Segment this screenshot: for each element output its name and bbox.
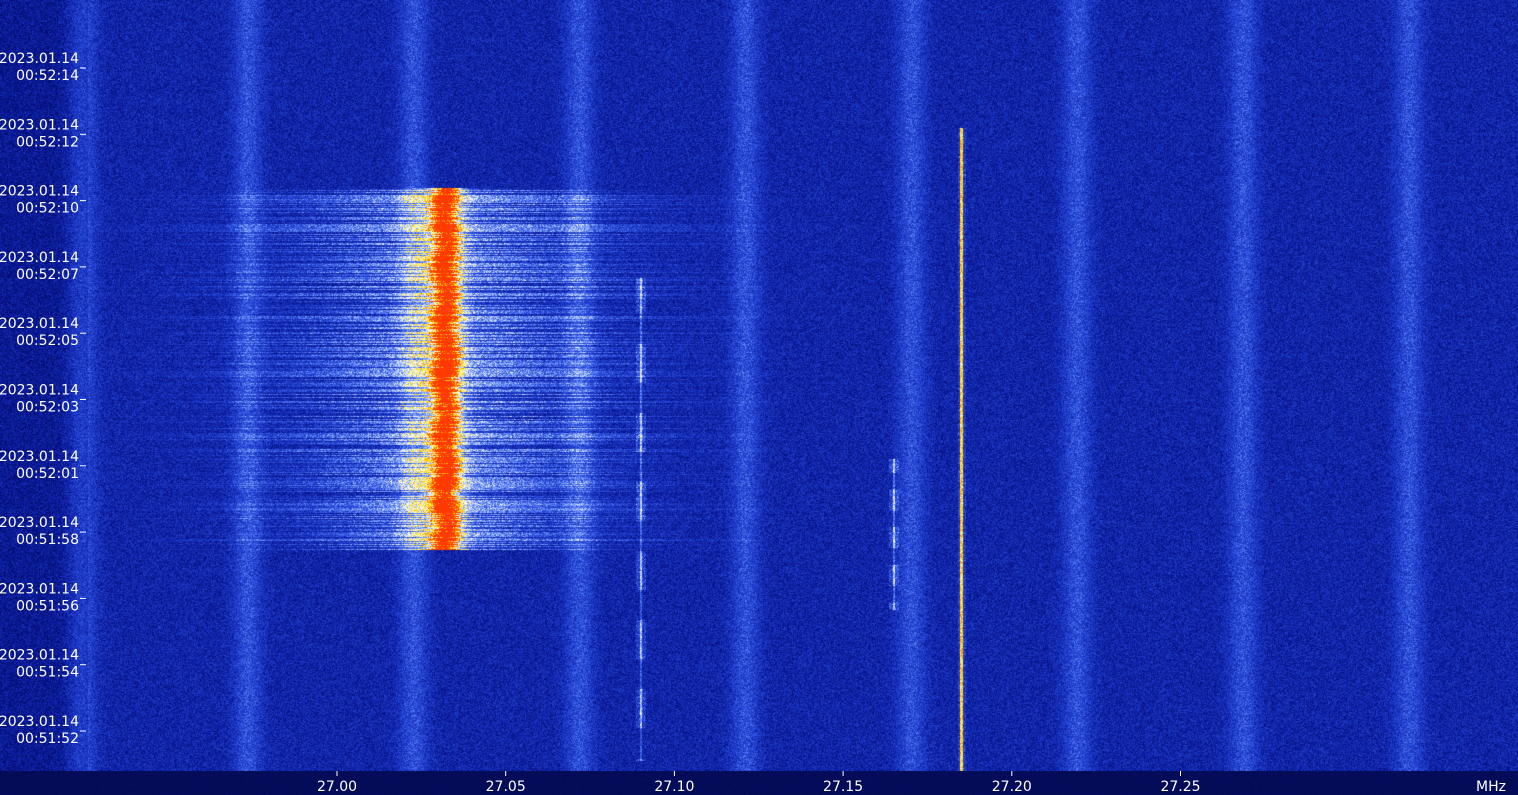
freq-tick-label: 27.25 — [1160, 779, 1200, 795]
freq-tick-label: 27.05 — [486, 779, 526, 795]
time-tick-time: 00:51:58 — [16, 532, 79, 548]
time-tick-date: 2023.01.14 — [0, 117, 79, 133]
freq-tick-label: 27.15 — [823, 779, 863, 795]
time-tick-time: 00:52:07 — [16, 267, 79, 283]
time-tick-date: 2023.01.14 — [0, 648, 79, 664]
time-tick-time: 00:52:10 — [16, 201, 79, 217]
time-tick-date: 2023.01.14 — [0, 515, 79, 531]
time-tick-date: 2023.01.14 — [0, 449, 79, 465]
time-tick-date: 2023.01.14 — [0, 51, 79, 67]
time-tick-time: 00:51:56 — [16, 598, 79, 614]
time-tick-time: 00:52:12 — [16, 134, 79, 150]
time-tick-date: 2023.01.14 — [0, 383, 79, 399]
axes-overlay: 2023.01.1400:52:142023.01.1400:52:122023… — [0, 51, 1518, 795]
time-tick-time: 00:52:03 — [16, 400, 79, 416]
time-tick-date: 2023.01.14 — [0, 714, 79, 730]
freq-tick-label: 27.20 — [992, 779, 1032, 795]
freq-tick-label: 27.10 — [654, 779, 694, 795]
freq-tick-label: 27.00 — [317, 779, 357, 795]
time-tick-date: 2023.01.14 — [0, 250, 79, 266]
time-axis: 2023.01.1400:52:142023.01.1400:52:122023… — [0, 51, 86, 747]
time-tick-time: 00:51:52 — [16, 731, 79, 747]
time-tick-time: 00:52:05 — [16, 333, 79, 349]
frequency-axis-bar — [0, 771, 1518, 795]
time-tick-date: 2023.01.14 — [0, 184, 79, 200]
unit-label: MHz — [1476, 779, 1506, 795]
time-tick-date: 2023.01.14 — [0, 316, 79, 332]
time-tick-time: 00:52:01 — [16, 466, 79, 482]
time-tick-date: 2023.01.14 — [0, 581, 79, 597]
time-tick-time: 00:52:14 — [16, 68, 79, 84]
time-tick-time: 00:51:54 — [16, 665, 79, 681]
waterfall-display: 2023.01.14 00:52:14 2023.01.14 00:52:12 2023… — [0, 0, 1518, 795]
